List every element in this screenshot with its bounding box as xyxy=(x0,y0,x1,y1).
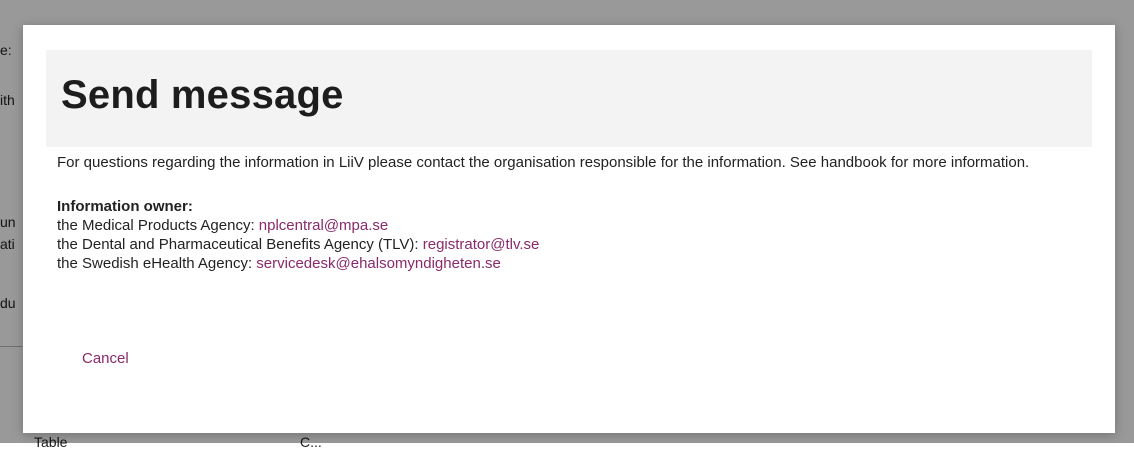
information-owner-heading: Information owner: xyxy=(57,198,193,215)
owner-label: the Dental and Pharmaceutical Benefits A… xyxy=(57,236,423,253)
dialog-body: For questions regarding the information … xyxy=(57,153,1087,273)
cancel-button[interactable]: Cancel xyxy=(74,345,137,373)
owner-row-mpa: the Medical Products Agency: nplcentral@… xyxy=(57,216,1087,235)
dialog-intro-text: For questions regarding the information … xyxy=(57,154,1030,171)
owner-row-tlv: the Dental and Pharmaceutical Benefits A… xyxy=(57,235,1087,254)
owner-label: the Swedish eHealth Agency: xyxy=(57,255,257,272)
dialog-header: Send message xyxy=(46,50,1092,147)
email-link-mpa[interactable]: nplcentral@mpa.se xyxy=(259,217,388,234)
owner-label: the Medical Products Agency: xyxy=(57,217,259,234)
email-link-ehealth[interactable]: servicedesk@ehalsomyndigheten.se xyxy=(256,255,501,272)
email-link-tlv[interactable]: registrator@tlv.se xyxy=(423,236,540,253)
dialog-title: Send message xyxy=(61,73,344,117)
send-message-dialog: Send message For questions regarding the… xyxy=(23,25,1115,433)
owner-row-ehealth: the Swedish eHealth Agency: servicedesk@… xyxy=(57,254,1087,273)
